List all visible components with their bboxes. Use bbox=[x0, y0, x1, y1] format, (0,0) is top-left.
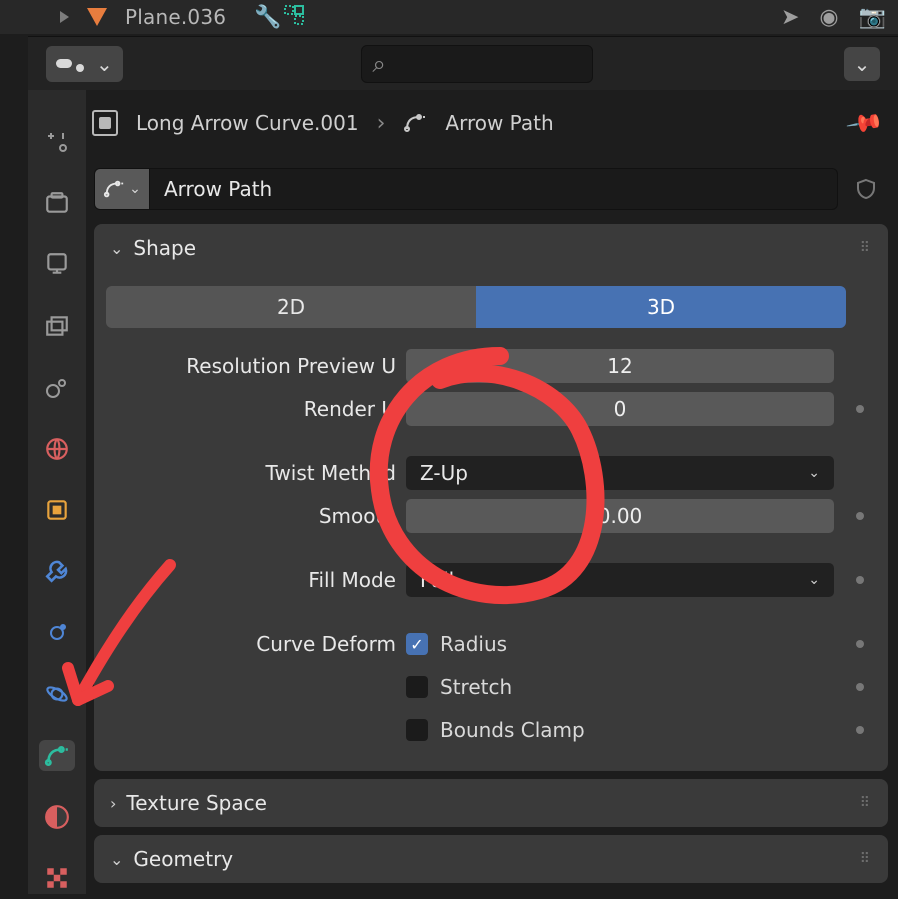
render-u-value: 0 bbox=[614, 397, 627, 421]
tab-viewlayer[interactable] bbox=[39, 310, 75, 341]
chevron-down-icon: ⌄ bbox=[96, 52, 113, 76]
curve-dimensions-toggle: 2D 3D bbox=[106, 286, 846, 328]
animate-dot[interactable] bbox=[856, 726, 864, 734]
object-icon bbox=[92, 110, 118, 136]
animate-dot[interactable] bbox=[856, 640, 864, 648]
properties-tabs bbox=[28, 90, 86, 894]
bounds-clamp-checkbox[interactable]: Bounds Clamp bbox=[406, 713, 834, 747]
pin-icon[interactable]: 📌 bbox=[845, 103, 886, 143]
bounds-clamp-label: Bounds Clamp bbox=[440, 718, 585, 742]
smooth-label: Smooth bbox=[319, 504, 396, 528]
drag-handle-icon[interactable]: ⠿ bbox=[860, 851, 872, 867]
properties-search[interactable]: ⌕ bbox=[361, 45, 593, 83]
tab-material[interactable] bbox=[39, 801, 75, 832]
panel-texture-space: › Texture Space ⠿ bbox=[94, 779, 888, 827]
smooth-slider[interactable]: 0.00 bbox=[406, 499, 834, 533]
panel-title: Shape bbox=[133, 236, 196, 260]
properties-main: ⌄ Arrow Path ⌄ Shape ⠿ 2D 3D Resolution … bbox=[86, 160, 898, 894]
breadcrumb: Long Arrow Curve.001 › Arrow Path 📌 bbox=[92, 96, 880, 150]
twist-method-select[interactable]: Z-Up ⌄ bbox=[406, 456, 834, 490]
resolution-preview-slider[interactable]: 12 bbox=[406, 349, 834, 383]
drag-handle-icon[interactable]: ⠿ bbox=[860, 795, 872, 811]
tab-particles[interactable] bbox=[39, 617, 75, 648]
stretch-checkbox[interactable]: Stretch bbox=[406, 670, 834, 704]
tab-render[interactable] bbox=[39, 187, 75, 218]
tab-object-data-curve[interactable] bbox=[39, 740, 75, 771]
chevron-right-icon: › bbox=[377, 111, 386, 136]
datablock-name-field[interactable]: Arrow Path bbox=[150, 168, 838, 210]
datablock-row: ⌄ Arrow Path bbox=[94, 168, 888, 210]
options-button[interactable]: ⌄ bbox=[844, 47, 880, 81]
radius-label: Radius bbox=[440, 632, 507, 656]
radius-checkbox[interactable]: ✓ Radius bbox=[406, 627, 834, 661]
smooth-value: 0.00 bbox=[598, 504, 643, 528]
outliner-object-name[interactable]: Plane.036 bbox=[125, 5, 226, 29]
animate-dot[interactable] bbox=[856, 576, 864, 584]
panel-header-texture-space[interactable]: › Texture Space ⠿ bbox=[94, 779, 888, 827]
tab-texture[interactable] bbox=[39, 863, 75, 894]
tab-world[interactable] bbox=[39, 433, 75, 464]
mesh-icon bbox=[87, 8, 107, 26]
tab-object[interactable] bbox=[39, 494, 75, 525]
display-mode-icon bbox=[56, 59, 72, 68]
fake-user-button[interactable] bbox=[844, 168, 888, 210]
stretch-label: Stretch bbox=[440, 675, 512, 699]
opt-2d-label: 2D bbox=[277, 295, 305, 319]
checkbox-off-icon bbox=[406, 719, 428, 741]
fill-mode-label: Fill Mode bbox=[308, 568, 396, 592]
render-u-label: Render U bbox=[304, 397, 396, 421]
disclosure-triangle-icon[interactable] bbox=[60, 11, 69, 23]
resolution-preview-label: Resolution Preview U bbox=[186, 354, 396, 378]
opt-3d-label: 3D bbox=[647, 295, 675, 319]
curve-3d-option[interactable]: 3D bbox=[476, 286, 846, 328]
panel-shape: ⌄ Shape ⠿ 2D 3D Resolution Preview U 12 … bbox=[94, 224, 888, 771]
outliner-row[interactable]: Plane.036 🔧 ➤ ◉ 📷 bbox=[0, 0, 898, 34]
search-icon: ⌕ bbox=[372, 50, 385, 78]
render-visibility-icon[interactable]: 📷 bbox=[859, 5, 886, 30]
curve-2d-option[interactable]: 2D bbox=[106, 286, 476, 328]
drag-handle-icon[interactable]: ⠿ bbox=[860, 240, 872, 256]
panel-geometry: ⌄ Geometry ⠿ bbox=[94, 835, 888, 883]
tab-tool[interactable] bbox=[39, 126, 75, 157]
animate-dot[interactable] bbox=[856, 683, 864, 691]
chevron-down-icon: ⌄ bbox=[808, 465, 820, 481]
breadcrumb-object[interactable]: Long Arrow Curve.001 bbox=[136, 111, 359, 135]
checkbox-off-icon bbox=[406, 676, 428, 698]
visibility-icon[interactable]: ◉ bbox=[819, 5, 838, 30]
tab-scene[interactable] bbox=[39, 372, 75, 403]
panel-header-geometry[interactable]: ⌄ Geometry ⠿ bbox=[94, 835, 888, 883]
twist-method-label: Twist Method bbox=[266, 461, 396, 485]
tab-modifiers[interactable] bbox=[39, 556, 75, 587]
datablock-browse-button[interactable]: ⌄ bbox=[94, 168, 150, 210]
checkbox-on-icon: ✓ bbox=[406, 633, 428, 655]
modifier-icon[interactable]: 🔧 bbox=[254, 5, 281, 30]
datablock-name-value: Arrow Path bbox=[164, 177, 272, 201]
display-mode-button[interactable]: ⌄ bbox=[46, 46, 123, 82]
tab-output[interactable] bbox=[39, 249, 75, 280]
vertex-groups-icon[interactable] bbox=[282, 3, 306, 32]
chevron-down-icon: ⌄ bbox=[854, 52, 871, 76]
curve-icon bbox=[403, 111, 427, 135]
render-u-slider[interactable]: 0 bbox=[406, 392, 834, 426]
breadcrumb-data[interactable]: Arrow Path bbox=[445, 111, 553, 135]
fill-mode-value: Full bbox=[420, 568, 454, 592]
panel-header-shape[interactable]: ⌄ Shape ⠿ bbox=[94, 224, 888, 272]
tab-physics[interactable] bbox=[39, 679, 75, 710]
panel-title: Texture Space bbox=[126, 791, 267, 815]
curve-deform-label: Curve Deform bbox=[256, 632, 396, 656]
animate-dot[interactable] bbox=[856, 512, 864, 520]
disclosure-down-icon: ⌄ bbox=[110, 850, 123, 869]
animate-dot[interactable] bbox=[856, 405, 864, 413]
fill-mode-select[interactable]: Full ⌄ bbox=[406, 563, 834, 597]
panel-title: Geometry bbox=[133, 847, 233, 871]
twist-method-value: Z-Up bbox=[420, 461, 468, 485]
properties-header: ⌄ ⌕ ⌄ bbox=[28, 36, 898, 90]
resolution-preview-value: 12 bbox=[607, 354, 632, 378]
disclosure-down-icon: ⌄ bbox=[110, 239, 123, 258]
chevron-down-icon: ⌄ bbox=[129, 181, 141, 197]
selectable-icon[interactable]: ➤ bbox=[781, 5, 799, 30]
chevron-down-icon: ⌄ bbox=[808, 572, 820, 588]
disclosure-right-icon: › bbox=[110, 794, 116, 813]
